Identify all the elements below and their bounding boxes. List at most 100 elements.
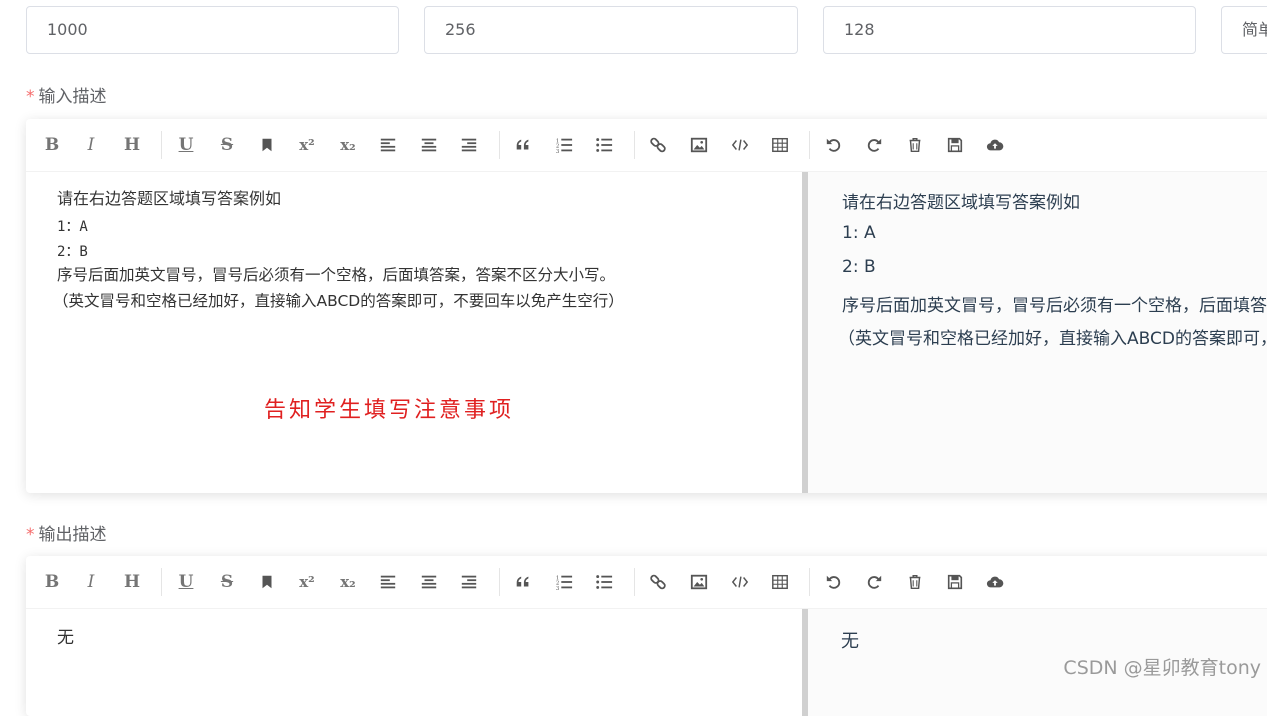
undo-icon xyxy=(826,575,841,589)
subscript-button[interactable]: x₂ xyxy=(331,129,365,161)
subscript-button[interactable]: x₂ xyxy=(331,566,365,598)
stack-limit-input[interactable]: 128 xyxy=(823,6,1196,54)
toolbar-divider xyxy=(634,131,635,159)
ordered-list-button[interactable]: 123 xyxy=(547,129,581,161)
bookmark-button[interactable] xyxy=(250,129,284,161)
editor-text-line: 2：B xyxy=(57,244,88,260)
strikethrough-button[interactable]: S xyxy=(210,566,244,598)
redo-icon xyxy=(867,575,882,589)
bookmark-icon xyxy=(262,138,272,152)
align-center-button[interactable] xyxy=(412,129,446,161)
toolbar-divider xyxy=(161,568,162,596)
cloud-upload-icon xyxy=(986,139,1004,151)
editor-toolbar: B I H U S x² x₂ 123 xyxy=(26,556,1267,609)
align-right-icon xyxy=(461,138,477,152)
superscript-button[interactable]: x² xyxy=(290,566,324,598)
code-button[interactable] xyxy=(723,129,757,161)
svg-text:3: 3 xyxy=(556,586,560,591)
upload-button[interactable] xyxy=(978,129,1012,161)
markdown-input-area[interactable]: 请在右边答题区域填写答案例如 1：A 2：B 序号后面加英文冒号，冒号后必须有一… xyxy=(26,172,802,493)
redo-button[interactable] xyxy=(857,129,891,161)
memory-limit-input[interactable]: 256 xyxy=(424,6,798,54)
markdown-preview-area: 请在右边答题区域填写答案例如 1: A 2: B 序号后面加英文冒号，冒号后必须… xyxy=(808,172,1267,493)
quote-icon xyxy=(516,139,529,150)
bold-button[interactable]: B xyxy=(35,566,69,598)
align-left-button[interactable] xyxy=(371,566,405,598)
output-description-editor: B I H U S x² x₂ 123 无 无 xyxy=(26,556,1267,716)
image-icon xyxy=(690,137,708,153)
table-button[interactable] xyxy=(763,129,797,161)
italic-button[interactable]: I xyxy=(74,129,108,161)
bold-button[interactable]: B xyxy=(35,129,69,161)
italic-button[interactable]: I xyxy=(74,566,108,598)
toolbar-divider xyxy=(809,568,810,596)
superscript-button[interactable]: x² xyxy=(290,129,324,161)
unordered-list-button[interactable] xyxy=(587,129,621,161)
underline-button[interactable]: U xyxy=(169,129,203,161)
save-button[interactable] xyxy=(938,129,972,161)
editor-text-line: 序号后面加英文冒号，冒号后必须有一个空格，后面填答案，答案不区分大小写。 xyxy=(57,266,616,284)
quote-button[interactable] xyxy=(506,129,540,161)
editor-text-line: 无 xyxy=(57,628,74,648)
align-right-icon xyxy=(461,575,477,589)
image-button[interactable] xyxy=(682,129,716,161)
align-left-icon xyxy=(380,575,396,589)
redo-button[interactable] xyxy=(857,566,891,598)
code-icon xyxy=(731,576,749,588)
input-description-editor: B I H U S x² x₂ 123 请在右边答题区域填写答案例如 1：A 2… xyxy=(26,119,1267,493)
toolbar-divider xyxy=(634,568,635,596)
link-icon xyxy=(650,574,666,590)
image-icon xyxy=(690,574,708,590)
input-description-label: * 输入描述 xyxy=(26,82,107,107)
align-left-button[interactable] xyxy=(371,129,405,161)
time-limit-input[interactable]: 1000 xyxy=(26,6,399,54)
preview-text-line: 2: B xyxy=(842,257,876,277)
teacher-note: 告知学生填写注意事项 xyxy=(264,398,515,423)
link-button[interactable] xyxy=(641,566,675,598)
difficulty-select[interactable]: 简单 xyxy=(1221,6,1267,54)
align-center-button[interactable] xyxy=(412,566,446,598)
trash-icon xyxy=(909,574,921,590)
preview-text-line: 无 xyxy=(841,631,859,652)
heading-button[interactable]: H xyxy=(115,566,149,598)
unordered-list-icon xyxy=(596,138,613,152)
quote-button[interactable] xyxy=(506,566,540,598)
toolbar-divider xyxy=(499,131,500,159)
toolbar-divider xyxy=(499,568,500,596)
undo-button[interactable] xyxy=(817,129,851,161)
markdown-input-area[interactable]: 无 xyxy=(26,609,802,716)
code-button[interactable] xyxy=(723,566,757,598)
toolbar-divider xyxy=(809,131,810,159)
redo-icon xyxy=(867,138,882,152)
underline-button[interactable]: U xyxy=(169,566,203,598)
clear-button[interactable] xyxy=(898,566,932,598)
editor-text-line: 1：A xyxy=(57,219,88,235)
clear-button[interactable] xyxy=(898,129,932,161)
required-mark: * xyxy=(26,525,35,545)
link-button[interactable] xyxy=(641,129,675,161)
bookmark-icon xyxy=(262,575,272,589)
heading-button[interactable]: H xyxy=(115,129,149,161)
undo-icon xyxy=(826,138,841,152)
save-icon xyxy=(947,574,963,590)
ordered-list-icon: 123 xyxy=(556,138,573,154)
strikethrough-button[interactable]: S xyxy=(210,129,244,161)
preview-text-line: （英文冒号和空格已经加好，直接输入ABCD的答案即可，不要回车以免产生空行） xyxy=(838,329,1267,349)
table-icon xyxy=(772,137,788,153)
upload-button[interactable] xyxy=(978,566,1012,598)
save-button[interactable] xyxy=(938,566,972,598)
align-right-button[interactable] xyxy=(452,129,486,161)
align-center-icon xyxy=(421,575,437,589)
link-icon xyxy=(650,137,666,153)
table-icon xyxy=(772,574,788,590)
editor-text-line: 请在右边答题区域填写答案例如 xyxy=(57,189,282,208)
align-right-button[interactable] xyxy=(452,566,486,598)
undo-button[interactable] xyxy=(817,566,851,598)
table-button[interactable] xyxy=(763,566,797,598)
output-description-label: * 输出描述 xyxy=(26,520,107,545)
ordered-list-button[interactable]: 123 xyxy=(547,566,581,598)
bookmark-button[interactable] xyxy=(250,566,284,598)
image-button[interactable] xyxy=(682,566,716,598)
unordered-list-button[interactable] xyxy=(587,566,621,598)
preview-text-line: 1: A xyxy=(842,223,876,243)
